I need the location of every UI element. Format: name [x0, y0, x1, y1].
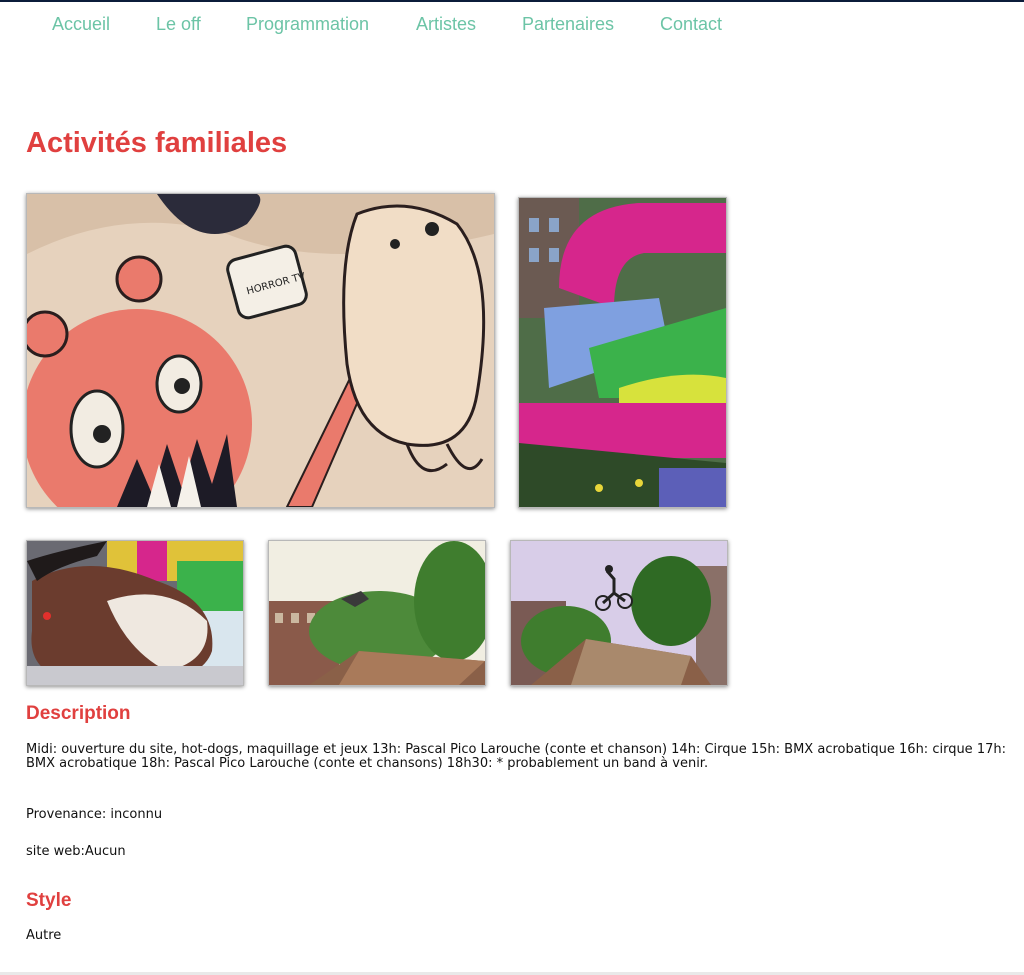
- bmx-rider-graphic: [511, 541, 727, 685]
- gallery-image-mural[interactable]: HORROR TV: [26, 193, 495, 508]
- style-value: Autre: [26, 928, 62, 943]
- description-body: Midi: ouverture du site, hot-dogs, maqui…: [26, 742, 1006, 771]
- bmx-ramp-graphic: [269, 541, 485, 685]
- nav-accueil[interactable]: Accueil: [52, 14, 110, 35]
- mechanical-bull-graphic: [27, 541, 243, 685]
- provenance-text: Provenance: inconnu: [26, 807, 163, 822]
- top-border: [0, 0, 1024, 2]
- website-text: site web:Aucun: [26, 844, 126, 859]
- nav-programmation[interactable]: Programmation: [246, 14, 369, 35]
- gallery-image-bmx-ramp[interactable]: [268, 540, 486, 686]
- nav-le-off[interactable]: Le off: [156, 14, 201, 35]
- nav-partenaires[interactable]: Partenaires: [522, 14, 614, 35]
- nav-artistes[interactable]: Artistes: [416, 14, 476, 35]
- description-heading: Description: [26, 703, 131, 724]
- page-title: Activités familiales: [26, 127, 288, 159]
- bouncy-castle-graphic: [519, 198, 726, 507]
- style-heading: Style: [26, 890, 72, 911]
- gallery-image-bouncy-castle[interactable]: [518, 197, 727, 508]
- mural-graphic: HORROR TV: [27, 194, 494, 507]
- nav-contact[interactable]: Contact: [660, 14, 722, 35]
- gallery-image-bmx-rider[interactable]: [510, 540, 728, 686]
- gallery-image-mechanical-bull[interactable]: [26, 540, 244, 686]
